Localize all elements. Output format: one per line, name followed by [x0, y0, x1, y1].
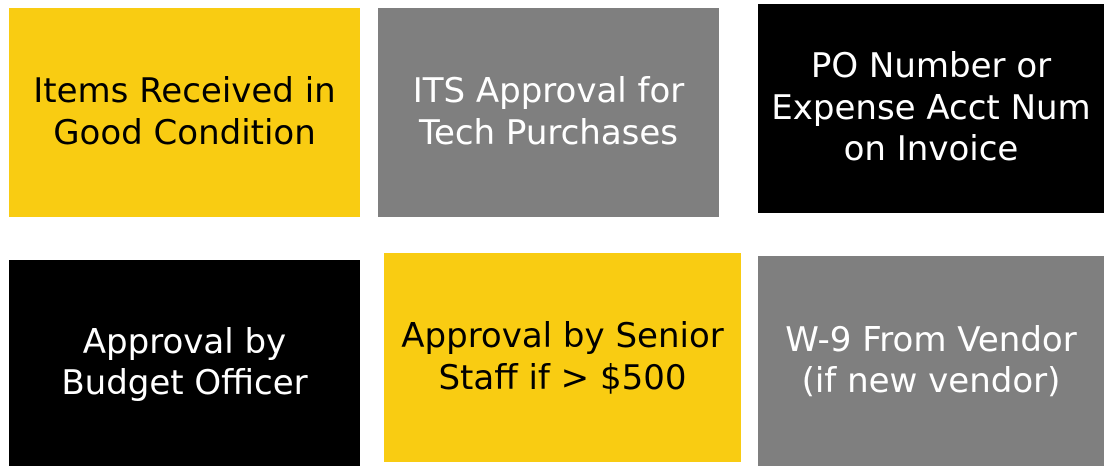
- tile-text: PO Number or Expense Acct Num on Invoice: [771, 46, 1090, 170]
- tile-text: W-9 From Vendor (if new vendor): [785, 320, 1076, 403]
- tile-line: Staff if > $500: [438, 357, 687, 398]
- tile-line: PO Number or: [810, 46, 1052, 87]
- tile-po-number: PO Number or Expense Acct Num on Invoice: [758, 4, 1104, 213]
- tile-text: Items Received in Good Condition: [33, 71, 335, 154]
- tile-line: Tech Purchases: [418, 112, 679, 153]
- tile-line: (if new vendor): [801, 361, 1061, 401]
- tile-line: Approval by Senior: [401, 316, 724, 357]
- tile-its-approval: ITS Approval for Tech Purchases: [378, 8, 719, 217]
- tile-text: Approval by Senior Staff if > $500: [401, 316, 723, 399]
- tile-budget-officer: Approval by Budget Officer: [9, 260, 360, 466]
- tile-line: W-9 From Vendor: [785, 319, 1077, 360]
- tile-line: ITS Approval for: [412, 71, 685, 112]
- tile-text: ITS Approval for Tech Purchases: [413, 71, 685, 154]
- tile-line: Items Received in: [33, 71, 336, 112]
- tile-w9-vendor: W-9 From Vendor (if new vendor): [758, 256, 1104, 466]
- tile-line: Expense Acct Num: [771, 87, 1091, 128]
- tile-line: Approval by: [82, 321, 287, 362]
- tile-text: Approval by Budget Officer: [61, 322, 307, 405]
- tile-line: Budget Officer: [61, 363, 308, 403]
- tile-line: Good Condition: [53, 112, 316, 153]
- tile-senior-staff: Approval by Senior Staff if > $500: [384, 253, 741, 462]
- tile-items-received: Items Received in Good Condition: [9, 8, 360, 217]
- tile-line: on Invoice: [843, 129, 1019, 170]
